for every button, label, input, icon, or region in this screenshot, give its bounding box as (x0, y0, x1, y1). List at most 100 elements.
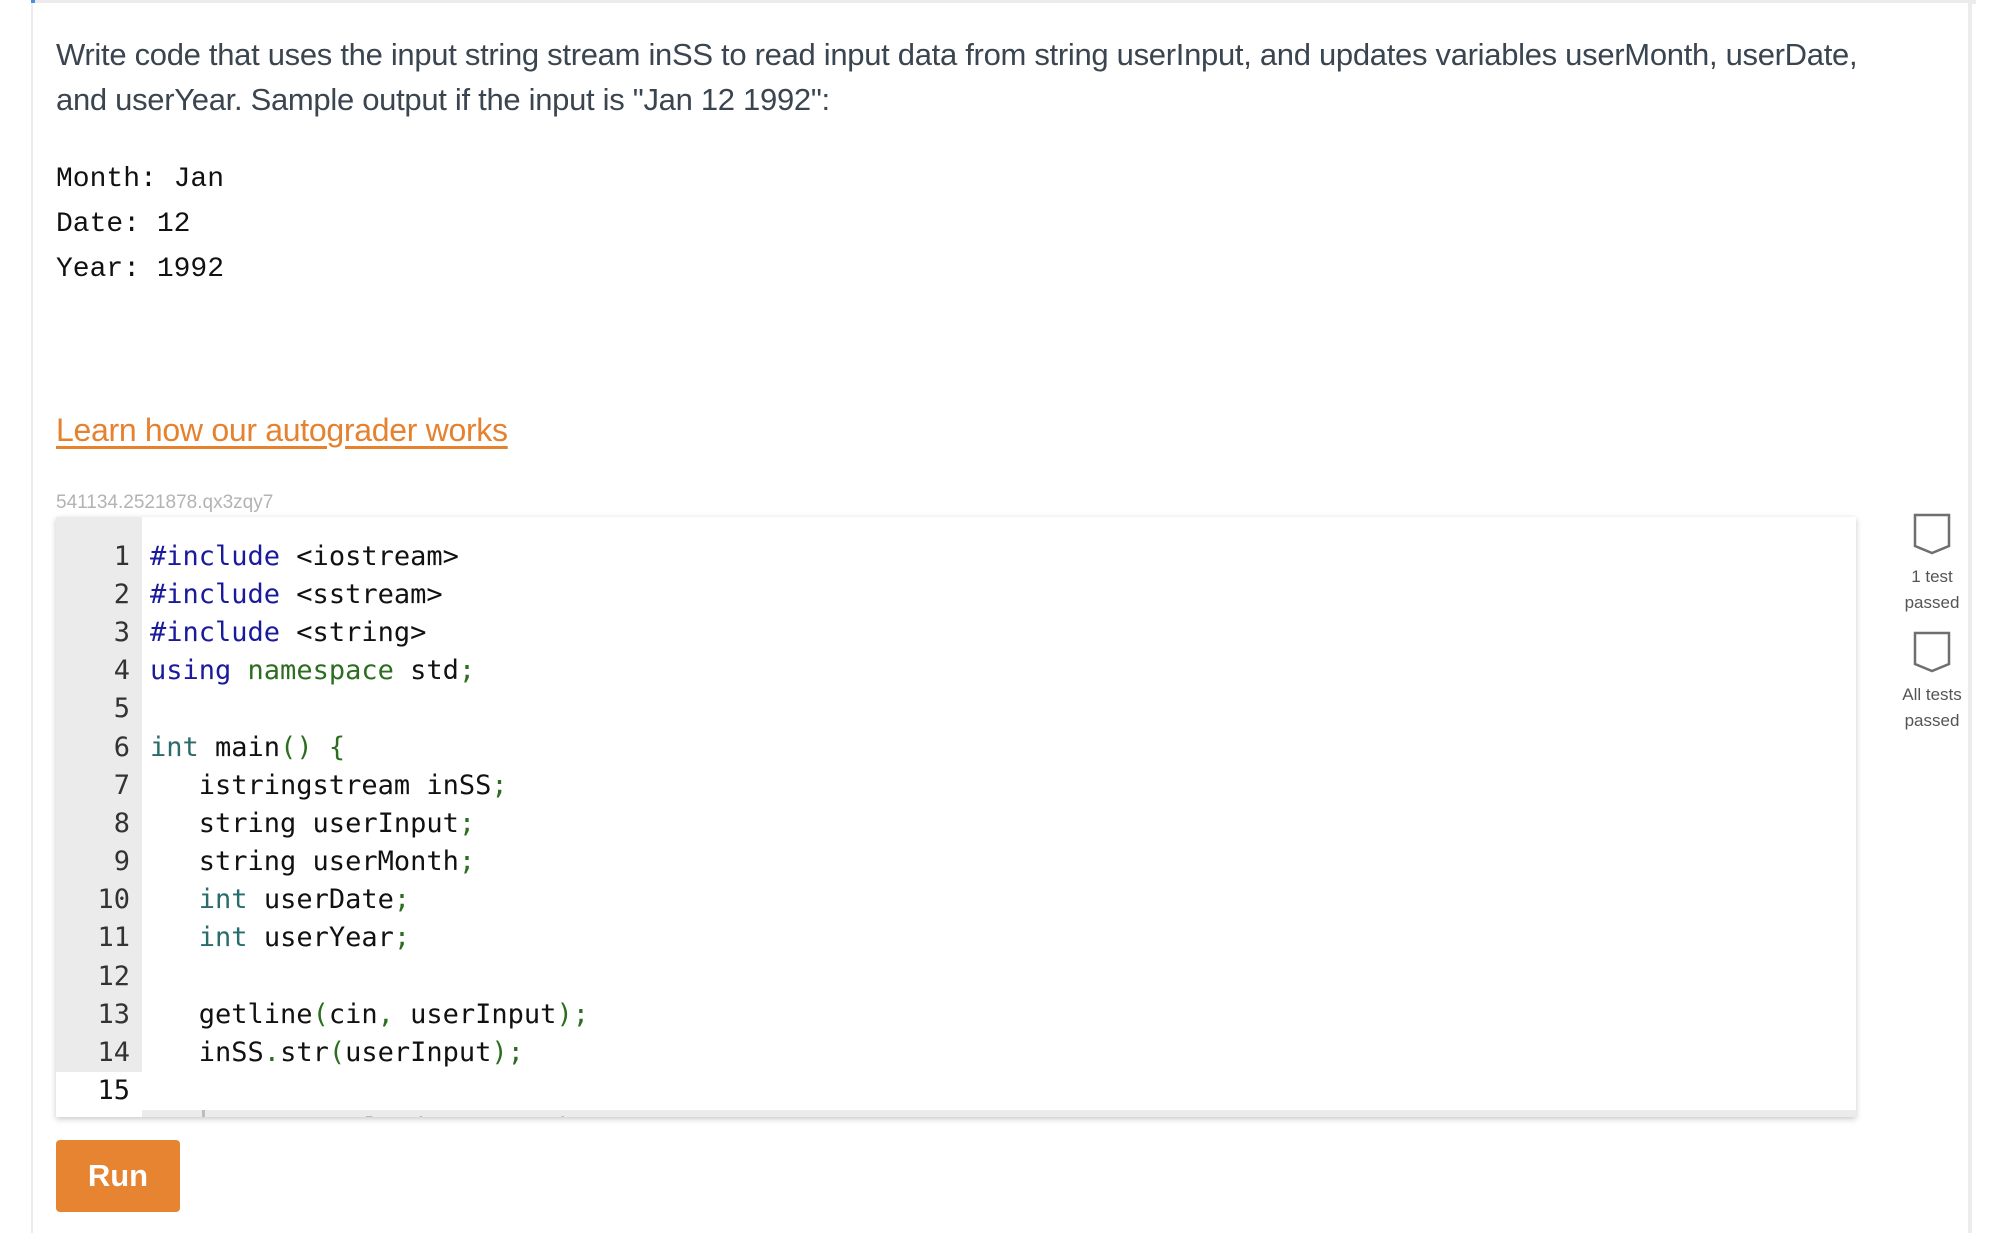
line-number: 4 (113, 655, 130, 687)
line-number: 10 (97, 884, 130, 916)
line-number: 16 (56, 1109, 142, 1117)
code-token: ; (393, 922, 411, 954)
code-text[interactable]: #include <iostream> (142, 537, 1856, 575)
code-text[interactable]: #include <sstream> (142, 575, 1856, 613)
sample-output-line: Year: 1992 (56, 254, 225, 285)
code-line[interactable]: 6 int main() { (56, 728, 1856, 766)
code-line[interactable]: 12 (56, 957, 1856, 995)
code-text[interactable] (142, 957, 1856, 995)
code-line[interactable]: 11 int userYear; (56, 919, 1856, 957)
line-number: 6 (113, 731, 130, 763)
code-token: using (150, 655, 232, 687)
code-line[interactable]: 16 /* Your solution goes here */ (56, 1109, 1856, 1117)
code-token: #include (150, 540, 281, 572)
line-number: 7 (113, 769, 130, 801)
line-number: 11 (97, 922, 130, 954)
code-line[interactable]: 14 inSS. str(userInput); (56, 1033, 1856, 1071)
code-line[interactable]: 1 #include <iostream> (56, 537, 1856, 575)
one-test-passed-status: 1 test passed (1880, 512, 1984, 616)
line-number: 2 (113, 578, 130, 610)
line-number: 14 (97, 1037, 130, 1069)
code-token: <iostream> (280, 540, 459, 572)
code-token: ; (458, 655, 476, 687)
code-line[interactable]: 10 int userDate; (56, 881, 1856, 919)
code-token: ; (393, 884, 411, 916)
status-label-line: passed (1904, 593, 1960, 612)
status-label-line: All tests (1902, 685, 1962, 704)
code-token: ; (458, 846, 476, 878)
code-token: inSS (150, 1037, 264, 1069)
sample-output-line: Date: 12 (56, 209, 191, 240)
code-text[interactable]: istringstream inSS; (142, 766, 1856, 804)
code-token: userYear (247, 922, 394, 954)
code-token: ); (556, 998, 589, 1030)
status-label-line: passed (1904, 711, 1960, 730)
code-text[interactable]: inSS. str(userInput); (142, 1033, 1856, 1071)
code-token: int (150, 731, 199, 763)
code-token: main (198, 731, 281, 763)
code-token: /* Your solution goes here */ (150, 1113, 670, 1117)
code-token: userDate (247, 884, 394, 916)
test-status-panel: 1 test passed All tests passed (1880, 512, 1984, 748)
code-token: istringstream inSS (150, 769, 492, 801)
code-text[interactable]: string userInput; (142, 804, 1856, 842)
code-token: namespace (247, 655, 394, 687)
sample-output-line: Month: Jan (56, 164, 225, 195)
shield-badge-icon (1913, 513, 1951, 555)
status-label: 1 test passed (1905, 564, 1960, 616)
code-text[interactable]: int userDate; (142, 881, 1856, 919)
code-lines[interactable]: 1 #include <iostream> 2 #include <sstream> 3… (56, 537, 1856, 1117)
code-text[interactable]: /* Your solution goes here */ (142, 1109, 1856, 1117)
code-line[interactable]: 5 (56, 690, 1856, 728)
code-text[interactable]: #include <string> (142, 613, 1856, 651)
code-token: ( (328, 1037, 346, 1069)
code-text[interactable]: using namespace std; (142, 652, 1856, 690)
code-line[interactable]: 13 getline(cin, userInput); (56, 995, 1856, 1033)
code-text[interactable]: int userYear; (142, 919, 1856, 957)
top-accent (31, 0, 35, 3)
status-label: All tests passed (1902, 682, 1962, 734)
code-token: #include (150, 578, 281, 610)
line-number: 8 (113, 807, 130, 839)
line-number: 3 (113, 616, 130, 648)
code-editor[interactable]: 1 #include <iostream> 2 #include <sstream> 3… (56, 517, 1856, 1117)
learn-autograder-link[interactable]: Learn how our autograder works (56, 412, 508, 449)
code-token: { (328, 731, 346, 763)
run-button[interactable]: Run (56, 1140, 180, 1212)
code-line[interactable]: 9 string userMonth; (56, 843, 1856, 881)
status-label-line: 1 test (1911, 567, 1953, 586)
code-token: ; (458, 807, 476, 839)
code-text[interactable]: getline(cin, userInput); (142, 995, 1856, 1033)
code-text[interactable]: string userMonth; (142, 843, 1856, 881)
line-number: 15 (56, 1071, 142, 1110)
line-number: 5 (113, 693, 130, 725)
code-token: . (263, 1037, 281, 1069)
all-tests-passed-status: All tests passed (1880, 630, 1984, 734)
code-token: string userMonth (150, 846, 459, 878)
code-token: userInput (345, 1037, 492, 1069)
code-text[interactable]: int main() { (142, 728, 1856, 766)
sample-output: Month: Jan Date: 12 Year: 1992 (56, 157, 224, 292)
code-line[interactable]: 2 #include <sstream> (56, 575, 1856, 613)
code-token: #include (150, 616, 281, 648)
code-line[interactable]: 8 string userInput; (56, 804, 1856, 842)
code-line[interactable]: 7 istringstream inSS; (56, 766, 1856, 804)
code-line[interactable]: 3 #include <string> (56, 613, 1856, 651)
code-line[interactable]: 4 using namespace std; (56, 652, 1856, 690)
line-number: 1 (113, 540, 130, 572)
code-text[interactable] (142, 690, 1856, 728)
code-token: ; (491, 769, 508, 801)
code-token: <sstream> (280, 578, 443, 610)
code-token: string userInput (150, 807, 459, 839)
code-line[interactable]: 15 (56, 1071, 1856, 1110)
code-token: userInput (393, 998, 557, 1030)
code-text[interactable] (142, 1072, 1856, 1110)
code-token: () (280, 731, 313, 763)
code-token: int (198, 922, 248, 954)
code-token: std (393, 655, 459, 687)
code-token: getline (150, 998, 313, 1030)
code-token: int (198, 884, 248, 916)
